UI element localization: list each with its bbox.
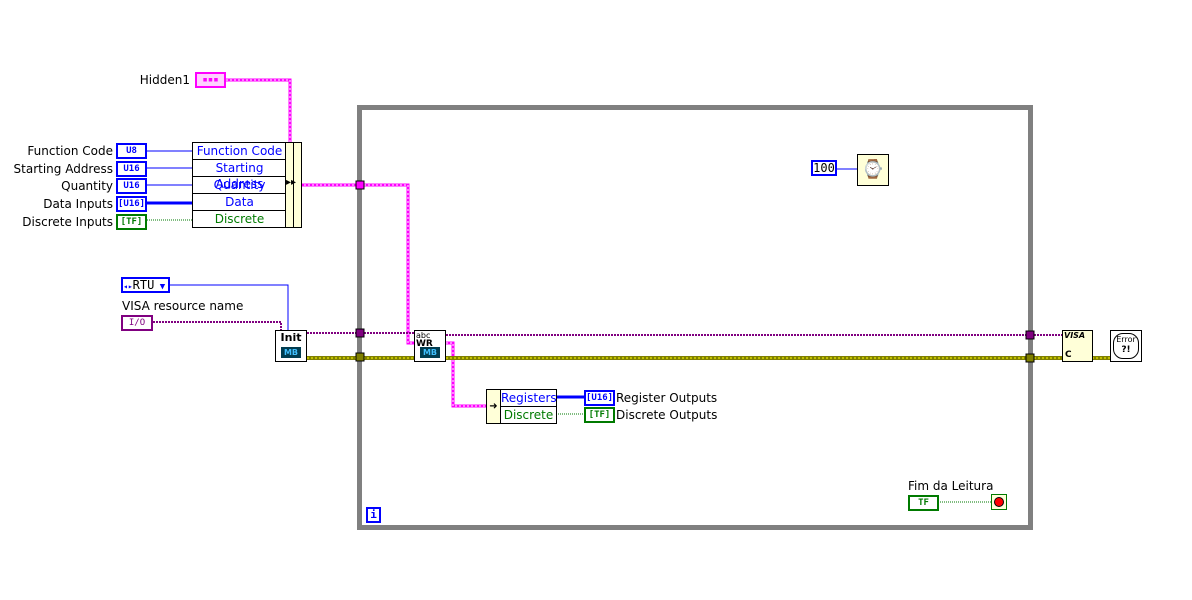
bundle-row[interactable]: Function Code (193, 143, 286, 160)
discrete-outputs-indicator[interactable]: [TF] (584, 407, 615, 423)
init-label: Init (280, 331, 302, 344)
stop-terminal[interactable]: TF (908, 495, 939, 511)
unbundle-by-name[interactable]: Registers Discrete (500, 389, 557, 424)
mode-enum[interactable]: ◂▸RTU ▼ (121, 277, 170, 293)
bundle-row[interactable]: Starting Address (193, 160, 286, 191)
error-tunnel-out[interactable] (1025, 353, 1035, 363)
visa-terminal[interactable]: I/O (121, 315, 153, 331)
hidden-terminal[interactable]: ▪▪▪ (195, 72, 226, 88)
wait-ms-node[interactable]: ⌚ (857, 154, 889, 186)
bundle-row[interactable]: Quantity (193, 177, 286, 194)
visa-close-node[interactable]: VISA C (1062, 330, 1093, 362)
quantity-label: Quantity (61, 179, 113, 193)
close-sub-label: C (1065, 350, 1072, 360)
visa-tunnel-in[interactable] (355, 328, 365, 338)
error-tunnel-in[interactable] (355, 352, 365, 362)
iteration-terminal: i (366, 507, 381, 523)
stop-icon (995, 498, 1003, 506)
register-outputs-label: Register Outputs (616, 391, 718, 405)
visa-tunnel-out[interactable] (1025, 330, 1035, 340)
function-code-terminal[interactable]: U8 (116, 143, 147, 159)
mb-badge: MB (281, 347, 301, 358)
arrow-icon: ➜ (486, 389, 501, 424)
data-inputs-terminal[interactable]: [U16] (116, 196, 147, 212)
error-handler-node[interactable]: Error ?! (1110, 330, 1142, 362)
mode-value: RTU (132, 278, 155, 292)
error-label: Error (1116, 335, 1136, 344)
visa-label: VISA resource name (122, 299, 244, 313)
function-code-label: Function Code (27, 144, 113, 158)
starting-address-terminal[interactable]: U16 (116, 161, 147, 177)
arrow-icon: ▸▸ (286, 177, 297, 188)
modbus-write-read-node[interactable]: abc WR MB (414, 330, 446, 362)
hidden-label: Hidden1 (139, 73, 190, 87)
modbus-init-node[interactable]: Init MB (275, 330, 307, 362)
visa-close-label: VISA (1064, 331, 1086, 340)
watch-icon: ⌚ (861, 159, 885, 180)
error-sub-label: ?! (1121, 345, 1131, 355)
data-inputs-label: Data Inputs (43, 197, 113, 211)
bundle-by-name[interactable]: Function Code Starting Address Quantity … (192, 142, 287, 228)
unbundle-row[interactable]: Registers (501, 390, 557, 407)
cluster-tunnel[interactable] (355, 180, 365, 190)
increment-icon: ◂▸ (123, 282, 133, 291)
discrete-outputs-label: Discrete Outputs (616, 408, 718, 422)
while-loop-frame[interactable] (357, 105, 1033, 530)
quantity-terminal[interactable]: U16 (116, 178, 147, 194)
stop-condition[interactable] (991, 494, 1007, 510)
chevron-down-icon[interactable]: ▼ (154, 282, 165, 292)
unbundle-row[interactable]: Discrete (501, 407, 556, 423)
mb-badge: MB (420, 347, 440, 358)
wait-ms-constant[interactable]: 100 (811, 160, 837, 176)
discrete-inputs-terminal[interactable]: [TF] (116, 214, 147, 230)
discrete-inputs-label: Discrete Inputs (22, 215, 113, 229)
register-outputs-indicator[interactable]: [U16] (584, 390, 615, 406)
starting-address-label: Starting Address (13, 162, 113, 176)
bundle-row[interactable]: Discrete (193, 211, 286, 227)
bundle-row[interactable]: Data (193, 194, 286, 211)
stop-label: Fim da Leitura (908, 479, 994, 493)
